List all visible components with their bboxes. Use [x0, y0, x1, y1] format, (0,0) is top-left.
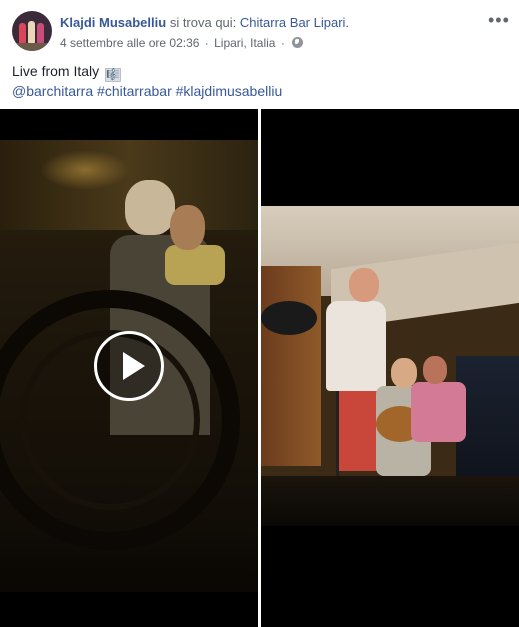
- musical-score-emoji-icon: 🎼: [105, 68, 122, 82]
- post-meta: 4 settembre alle ore 02:36 · Lipari, Ita…: [60, 35, 304, 51]
- post-caption: Live from Italy: [12, 63, 100, 79]
- checkin-text: si trova qui:: [169, 15, 237, 30]
- hashtag-link-klajdimusabelliu[interactable]: #klajdimusabelliu: [176, 83, 283, 99]
- media-grid: [0, 109, 519, 627]
- video-thumbnail-1[interactable]: [0, 109, 258, 627]
- globe-icon[interactable]: [292, 37, 304, 48]
- post-timestamp[interactable]: 4 settembre alle ore 02:36: [60, 36, 199, 50]
- video-thumbnail-2[interactable]: [261, 109, 519, 627]
- post-header: Klajdi Musabelliu si trova qui: Chitarra…: [60, 14, 349, 31]
- post-text-line-1: Live from Italy 🎼: [12, 62, 282, 82]
- play-icon[interactable]: [94, 331, 164, 401]
- hashtag-link-chitarrabar[interactable]: #chitarrabar: [97, 83, 172, 99]
- place-link[interactable]: Chitarra Bar Lipari.: [240, 15, 349, 30]
- post-text: Live from Italy 🎼 @barchitarra #chitarra…: [12, 62, 282, 101]
- author-name-link[interactable]: Klajdi Musabelliu: [60, 15, 166, 30]
- more-options-button[interactable]: •••: [488, 11, 510, 29]
- mention-link[interactable]: @barchitarra: [12, 83, 93, 99]
- author-avatar[interactable]: [12, 11, 52, 51]
- post-text-line-2: @barchitarra #chitarrabar #klajdimusabel…: [12, 82, 282, 101]
- post-location[interactable]: Lipari, Italia: [214, 36, 275, 50]
- meta-separator: ·: [204, 36, 209, 50]
- meta-separator-2: ·: [280, 36, 285, 50]
- video-2-frame: [261, 206, 519, 526]
- feed-post: Klajdi Musabelliu si trova qui: Chitarra…: [0, 0, 519, 627]
